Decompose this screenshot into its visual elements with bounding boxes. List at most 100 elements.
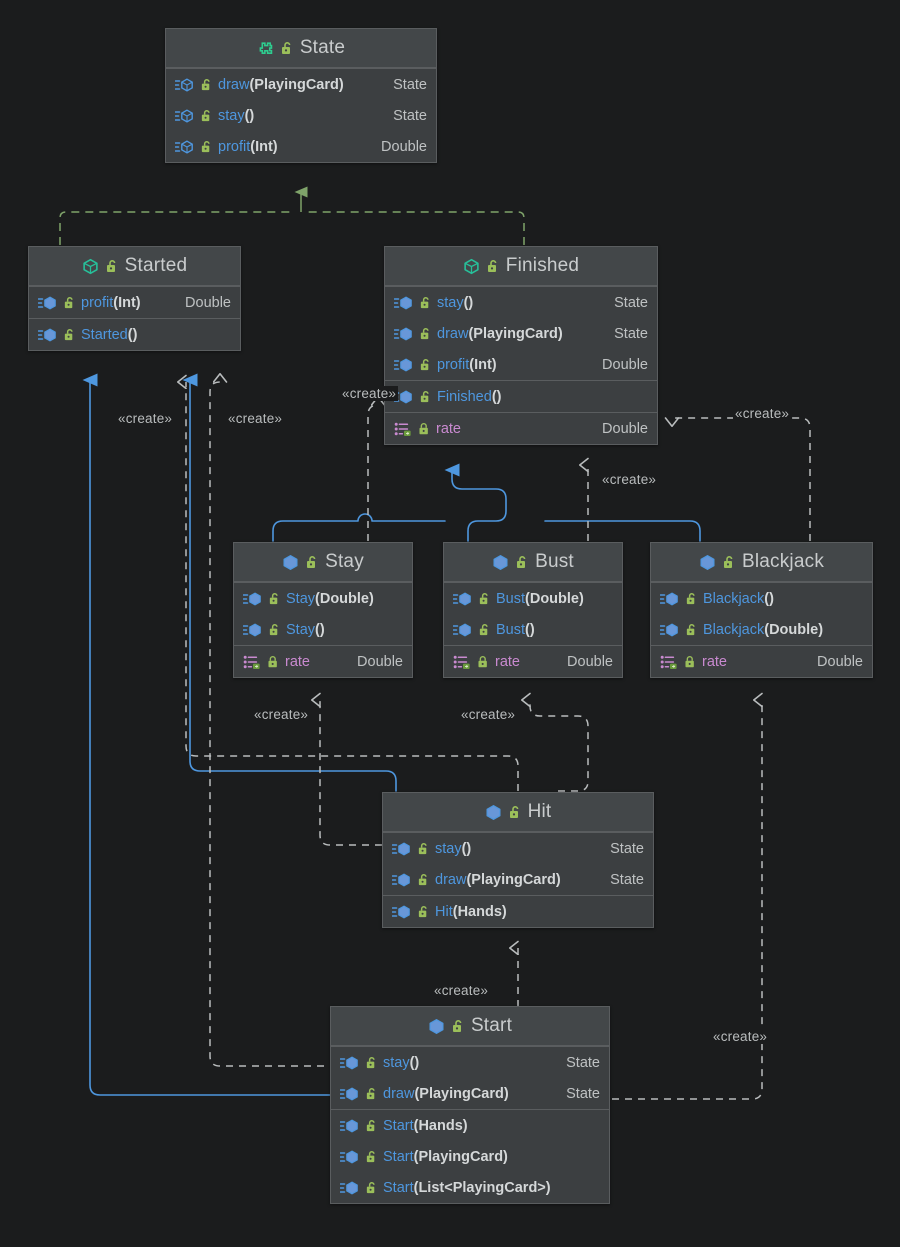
method-icon: [393, 326, 414, 342]
locked-private-icon: [684, 655, 697, 669]
member-signature: rate: [702, 653, 727, 670]
inheritance-stay-to-bus: [272, 513, 446, 542]
member-row[interactable]: Blackjack(Double): [651, 614, 872, 645]
member-row[interactable]: draw(PlayingCard) State: [166, 69, 436, 100]
class-hex-filled-icon: [282, 554, 299, 571]
inheritance-edges: [82, 373, 701, 1096]
member-row[interactable]: profit(Int) Double: [166, 131, 436, 162]
method-icon: [452, 622, 473, 638]
member-signature: draw(PlayingCard): [383, 1085, 509, 1102]
member-signature: Finished(): [437, 388, 502, 405]
class-name-stay: Stay: [325, 551, 364, 572]
class-hex-filled-icon: [485, 804, 502, 821]
member-row[interactable]: Start(Hands): [331, 1110, 609, 1141]
property-icon: [453, 654, 472, 670]
create-hit-to-bust: [530, 700, 589, 792]
member-return-type: State: [393, 76, 427, 93]
member-row[interactable]: profit(Int) Double: [29, 287, 240, 318]
member-signature: Started(): [81, 326, 138, 343]
member-row[interactable]: draw(PlayingCard) State: [385, 318, 657, 349]
class-node-blackjack[interactable]: Blackjack Blackjack() Blackjack(Double): [650, 542, 873, 678]
diagram-canvas[interactable]: State draw(PlayingCard) State stay() Sta…: [0, 0, 900, 1247]
unlocked-public-icon: [417, 842, 430, 856]
member-row[interactable]: Finished(): [385, 381, 657, 412]
create-blackjack-to-finished: [672, 418, 811, 541]
member-signature: stay(): [383, 1054, 420, 1071]
abstract-method-icon: [174, 139, 195, 155]
member-row[interactable]: stay() State: [166, 100, 436, 131]
unlocked-public-icon: [200, 78, 213, 92]
class-hex-filled-icon: [492, 554, 509, 571]
class-node-started[interactable]: Started profit(Int) Double Started(): [28, 246, 241, 351]
section-properties: rate Double: [444, 645, 622, 677]
section-methods: stay() State draw(PlayingCard) State: [331, 1046, 609, 1109]
member-row[interactable]: stay() State: [383, 833, 653, 864]
member-return-type: Double: [602, 356, 648, 373]
class-hex-filled-icon: [428, 1018, 445, 1035]
member-row[interactable]: Started(): [29, 319, 240, 350]
member-row[interactable]: draw(PlayingCard) State: [383, 864, 653, 895]
member-row[interactable]: Start(List<PlayingCard>): [331, 1172, 609, 1203]
member-signature: Start(PlayingCard): [383, 1148, 508, 1165]
inheritance-start-to-started: [82, 373, 345, 1096]
member-row[interactable]: Stay(): [234, 614, 412, 645]
section-constructors: Blackjack() Blackjack(Double): [651, 582, 872, 645]
abstract-method-icon: [174, 77, 195, 93]
member-row[interactable]: rate Double: [385, 413, 657, 444]
unlocked-public-icon: [451, 1019, 465, 1034]
section-constructors: Finished(): [385, 380, 657, 412]
member-return-type: Double: [357, 653, 403, 670]
member-signature: Start(List<PlayingCard>): [383, 1179, 551, 1196]
section-constructors: Started(): [29, 318, 240, 350]
section-methods: profit(Int) Double: [29, 286, 240, 318]
edge-label-create: «create»: [711, 1029, 770, 1044]
class-node-state[interactable]: State draw(PlayingCard) State stay() Sta…: [165, 28, 437, 163]
member-row[interactable]: Start(PlayingCard): [331, 1141, 609, 1172]
member-row[interactable]: rate Double: [651, 646, 872, 677]
member-signature: stay(): [435, 840, 472, 857]
edge-label-create: «create»: [252, 707, 311, 722]
method-icon: [37, 295, 58, 311]
property-icon: [394, 421, 413, 437]
member-row[interactable]: stay() State: [331, 1047, 609, 1078]
locked-private-icon: [477, 655, 490, 669]
method-icon: [339, 1149, 360, 1165]
member-row[interactable]: profit(Int) Double: [385, 349, 657, 380]
inheritance-bust-riser: [444, 463, 507, 542]
interface-hex-outline-icon: [463, 258, 480, 275]
unlocked-public-icon: [63, 296, 76, 310]
section-properties: rate Double: [385, 412, 657, 444]
class-node-start[interactable]: Start stay() State draw(PlayingCard) Sta…: [330, 1006, 610, 1204]
class-node-bust[interactable]: Bust Bust(Double) Bust() rate Double: [443, 542, 623, 678]
member-row[interactable]: rate Double: [444, 646, 622, 677]
class-node-finished[interactable]: Finished stay() State draw(PlayingCard) …: [384, 246, 658, 445]
member-row[interactable]: stay() State: [385, 287, 657, 318]
abstract-method-icon: [174, 108, 195, 124]
member-signature: Start(Hands): [383, 1117, 468, 1134]
class-header-started: Started: [29, 247, 240, 286]
member-row[interactable]: rate Double: [234, 646, 412, 677]
member-signature: rate: [436, 420, 461, 437]
method-icon: [391, 872, 412, 888]
member-row[interactable]: draw(PlayingCard) State: [331, 1078, 609, 1109]
member-row[interactable]: Blackjack(): [651, 583, 872, 614]
member-return-type: Double: [381, 138, 427, 155]
member-row[interactable]: Stay(Double): [234, 583, 412, 614]
unlocked-public-icon: [515, 555, 529, 570]
edge-label-create: «create»: [733, 406, 792, 421]
method-icon: [391, 904, 412, 920]
unlocked-public-icon: [200, 109, 213, 123]
member-row[interactable]: Bust(): [444, 614, 622, 645]
unlocked-public-icon: [268, 623, 281, 637]
member-signature: Hit(Hands): [435, 903, 507, 920]
class-node-hit[interactable]: Hit stay() State draw(PlayingCard) State…: [382, 792, 654, 928]
section-constructors: Start(Hands) Start(PlayingCard) Start(Li…: [331, 1109, 609, 1203]
method-icon: [339, 1180, 360, 1196]
class-header-stay: Stay: [234, 543, 412, 582]
member-row[interactable]: Bust(Double): [444, 583, 622, 614]
member-signature: profit(Int): [437, 356, 497, 373]
unlocked-public-icon: [419, 390, 432, 404]
class-node-stay[interactable]: Stay Stay(Double) Stay() rate Double: [233, 542, 413, 678]
unlocked-public-icon: [685, 623, 698, 637]
member-row[interactable]: Hit(Hands): [383, 896, 653, 927]
